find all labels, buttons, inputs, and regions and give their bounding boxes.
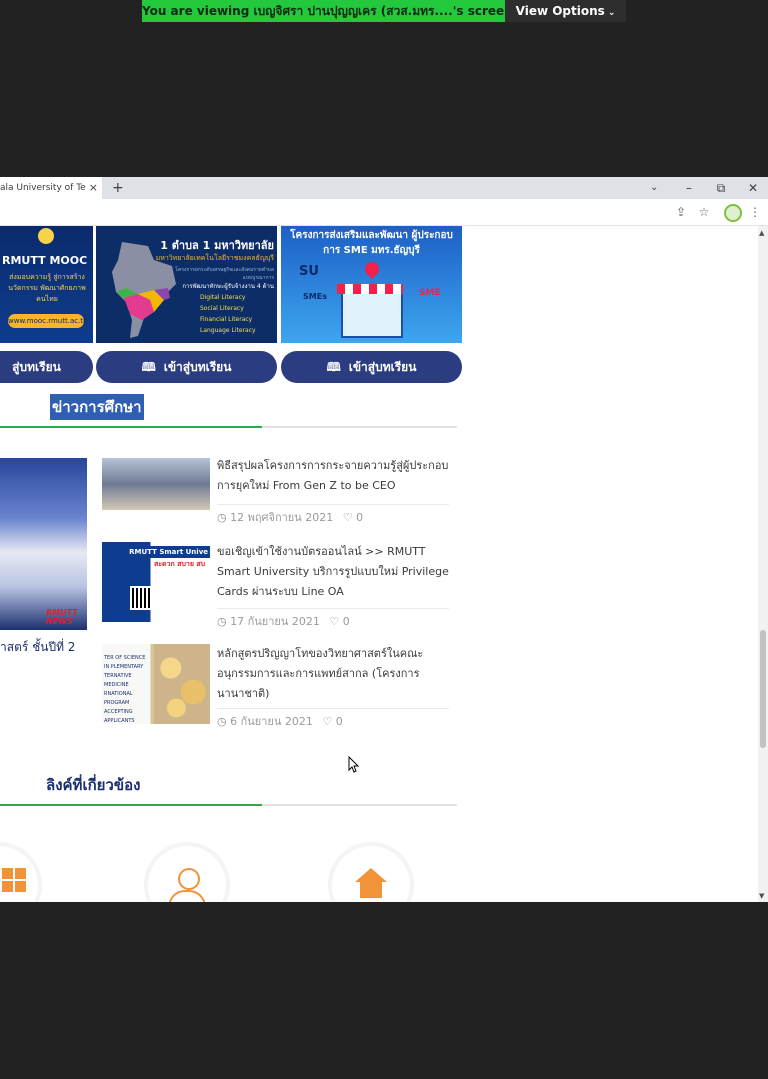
person-icon [178, 868, 200, 890]
related-link-person[interactable] [148, 846, 226, 902]
mooc-banner-title: RMUTT MOOC [2, 254, 88, 267]
section-divider [0, 426, 457, 428]
browser-menu-icon[interactable]: ⋮ [746, 203, 764, 221]
close-window-button[interactable]: ✕ [738, 177, 768, 199]
profile-avatar[interactable] [724, 204, 742, 222]
location-pin-icon [362, 259, 382, 279]
restore-button[interactable]: ⧉ [706, 177, 736, 199]
clock-icon: ◷ [217, 511, 227, 524]
clock-icon: ◷ [217, 715, 227, 728]
one-tambon-heading: การพัฒนาทักษะผู้รับจ้างงาน 4 ด้าน [182, 283, 274, 290]
enter-lesson-button[interactable]: 🕮 เข้าสู่บทเรียน [96, 351, 277, 383]
literacy-item: Language Literacy [200, 327, 256, 334]
news-date: 6 กันยายน 2021 [230, 715, 313, 728]
new-tab-button[interactable]: + [112, 177, 124, 199]
enter-lesson-label: สู่บทเรียน [12, 360, 61, 374]
scroll-down-icon[interactable]: ▼ [759, 892, 764, 900]
like-count: 0 [342, 615, 350, 628]
one-tambon-line: โครงการยกระดับเศรษฐกิจและสังคมรายตำบลแบบ… [175, 267, 274, 281]
book-icon: 🕮 [141, 360, 156, 374]
news-thumbnail[interactable] [102, 458, 210, 510]
browser-tab[interactable]: ala University of Techno × [0, 177, 102, 199]
view-options-button[interactable]: View Options ⌄ [505, 0, 626, 22]
minimize-button[interactable]: – [674, 177, 704, 199]
sme-banner[interactable]: โครงการส่งเสริมและพัฒนา ผู้ประกอบการ SME… [281, 226, 462, 343]
news-date: 17 กันยายน 2021 [230, 615, 320, 628]
bookmark-star-icon[interactable]: ☆ [695, 203, 713, 221]
news-meta: ◷ 6 กันยายน 2021 ♡ 0 [217, 708, 449, 729]
rmutt-news-badge: RMUTT NEWS [46, 608, 78, 626]
tab-bar: ala University of Techno × + ⌄ – ⧉ ✕ [0, 177, 768, 199]
news-title[interactable]: พิธีสรุปผลโครงการการกระจายความรู้สู่ผู้ป… [217, 456, 449, 496]
news-title[interactable]: ขอเชิญเข้าใช้งานบัตรออนไลน์ >> RMUTT Sma… [217, 542, 449, 602]
mooc-banner[interactable]: RMUTT MOOC ส่งมอบความรู้ สู่การสร้างนวัต… [0, 226, 93, 343]
share-icon[interactable]: ⇪ [672, 203, 690, 221]
news-meta: ◷ 12 พฤศจิกายน 2021 ♡ 0 [217, 504, 449, 525]
tab-search-icon[interactable]: ⌄ [650, 177, 658, 199]
view-options-label: View Options [515, 4, 605, 18]
heart-icon[interactable]: ♡ [322, 715, 332, 728]
news-thumbnail[interactable]: TER OF SCIENCE IN PLEMENTARY TERNATIVE M… [102, 644, 210, 724]
screen-share-banner: You are viewing เบญจิศรา ปานปุญญเคร (สวส… [142, 0, 505, 22]
one-tambon-title: 1 ตำบล 1 มหาวิทยาลัย [160, 239, 274, 252]
book-icon: 🕮 [326, 360, 341, 374]
chevron-down-icon: ⌄ [607, 8, 616, 18]
heart-icon[interactable]: ♡ [343, 511, 353, 524]
related-link-windows[interactable] [0, 846, 38, 902]
literacy-item: Digital Literacy [200, 294, 246, 301]
sme-logo: SME [419, 288, 441, 298]
home-icon [355, 868, 387, 882]
heart-icon[interactable]: ♡ [329, 615, 339, 628]
section-divider-accent [0, 426, 262, 428]
lightbulb-icon [38, 228, 54, 244]
scroll-up-icon[interactable]: ▲ [759, 229, 764, 237]
news-title[interactable]: หลักสูตรปริญญาโทของวิทยาศาสตร์ในคณะอนุกร… [217, 644, 449, 704]
shared-browser-window: ala University of Techno × + ⌄ – ⧉ ✕ ⇪ ☆… [0, 177, 768, 902]
news-meta: ◷ 17 กันยายน 2021 ♡ 0 [217, 608, 449, 629]
one-tambon-subtitle: มหาวิทยาลัยเทคโนโลยีราชมงคลธัญบุรี [155, 254, 274, 262]
literacy-item: Social Literacy [200, 305, 244, 312]
related-links-title: ลิงค์ที่เกี่ยวข้อง [46, 776, 141, 794]
enter-lesson-button[interactable]: 🕮 เข้าสู่บทเรียน [281, 351, 462, 383]
mooc-banner-url: www.mooc.rmutt.ac.th [8, 314, 88, 328]
like-count: 0 [335, 715, 343, 728]
scroll-thumb[interactable] [760, 630, 766, 748]
news-date: 12 พฤศจิกายน 2021 [230, 511, 334, 524]
windows-icon [2, 868, 26, 892]
featured-news-image[interactable]: RMUTT NEWS [0, 458, 87, 630]
page-content: RMUTT MOOC ส่งมอบความรู้ สู่การสร้างนวัต… [0, 226, 758, 902]
storefront-icon [341, 288, 403, 338]
tab-close-icon[interactable]: × [89, 177, 98, 199]
qr-code-icon [130, 586, 154, 610]
section-divider-accent [0, 804, 262, 806]
mouse-cursor-icon [348, 756, 360, 773]
news-thumbnail[interactable]: RMUTT Smart Unive สะดวก สบาย สบ [102, 542, 210, 622]
capsules-image [154, 644, 210, 724]
literacy-item: Financial Literacy [200, 316, 253, 323]
smes-logo: SMEs [303, 292, 327, 301]
one-tambon-banner[interactable]: 1 ตำบล 1 มหาวิทยาลัย มหาวิทยาลัยเทคโนโลย… [96, 226, 277, 343]
home-body-icon [360, 882, 382, 898]
like-count: 0 [356, 511, 364, 524]
person-body-icon [168, 890, 206, 902]
enter-lesson-button[interactable]: สู่บทเรียน [0, 351, 93, 383]
thumbnail-heading: RMUTT Smart Unive [102, 546, 210, 558]
enter-lesson-label: เข้าสู่บทเรียน [348, 360, 417, 374]
mooc-banner-subtitle: ส่งมอบความรู้ สู่การสร้างนวัตกรรม พัฒนาศ… [8, 273, 86, 303]
thumbnail-text: TER OF SCIENCE IN PLEMENTARY TERNATIVE M… [104, 655, 146, 724]
news-section-title: ข่าวการศึกษา [50, 394, 144, 420]
browser-toolbar: ⇪ ☆ ⋮ [0, 199, 768, 226]
tab-title: ala University of Techno [0, 183, 86, 193]
enter-lesson-label: เข้าสู่บทเรียน [163, 360, 232, 374]
sme-banner-title: โครงการส่งเสริมและพัฒนา ผู้ประกอบการ SME… [290, 230, 453, 256]
store-awning-icon [337, 284, 403, 294]
featured-news-caption[interactable]: าสตร์ ชั้นปีที่ 2 [0, 638, 75, 657]
related-link-home[interactable] [332, 846, 410, 902]
su-logo: SU [299, 264, 319, 279]
clock-icon: ◷ [217, 615, 227, 628]
thumbnail-tagline: สะดวก สบาย สบ [154, 560, 206, 568]
section-divider [0, 804, 457, 806]
vertical-scrollbar[interactable]: ▲ ▼ [758, 226, 768, 902]
